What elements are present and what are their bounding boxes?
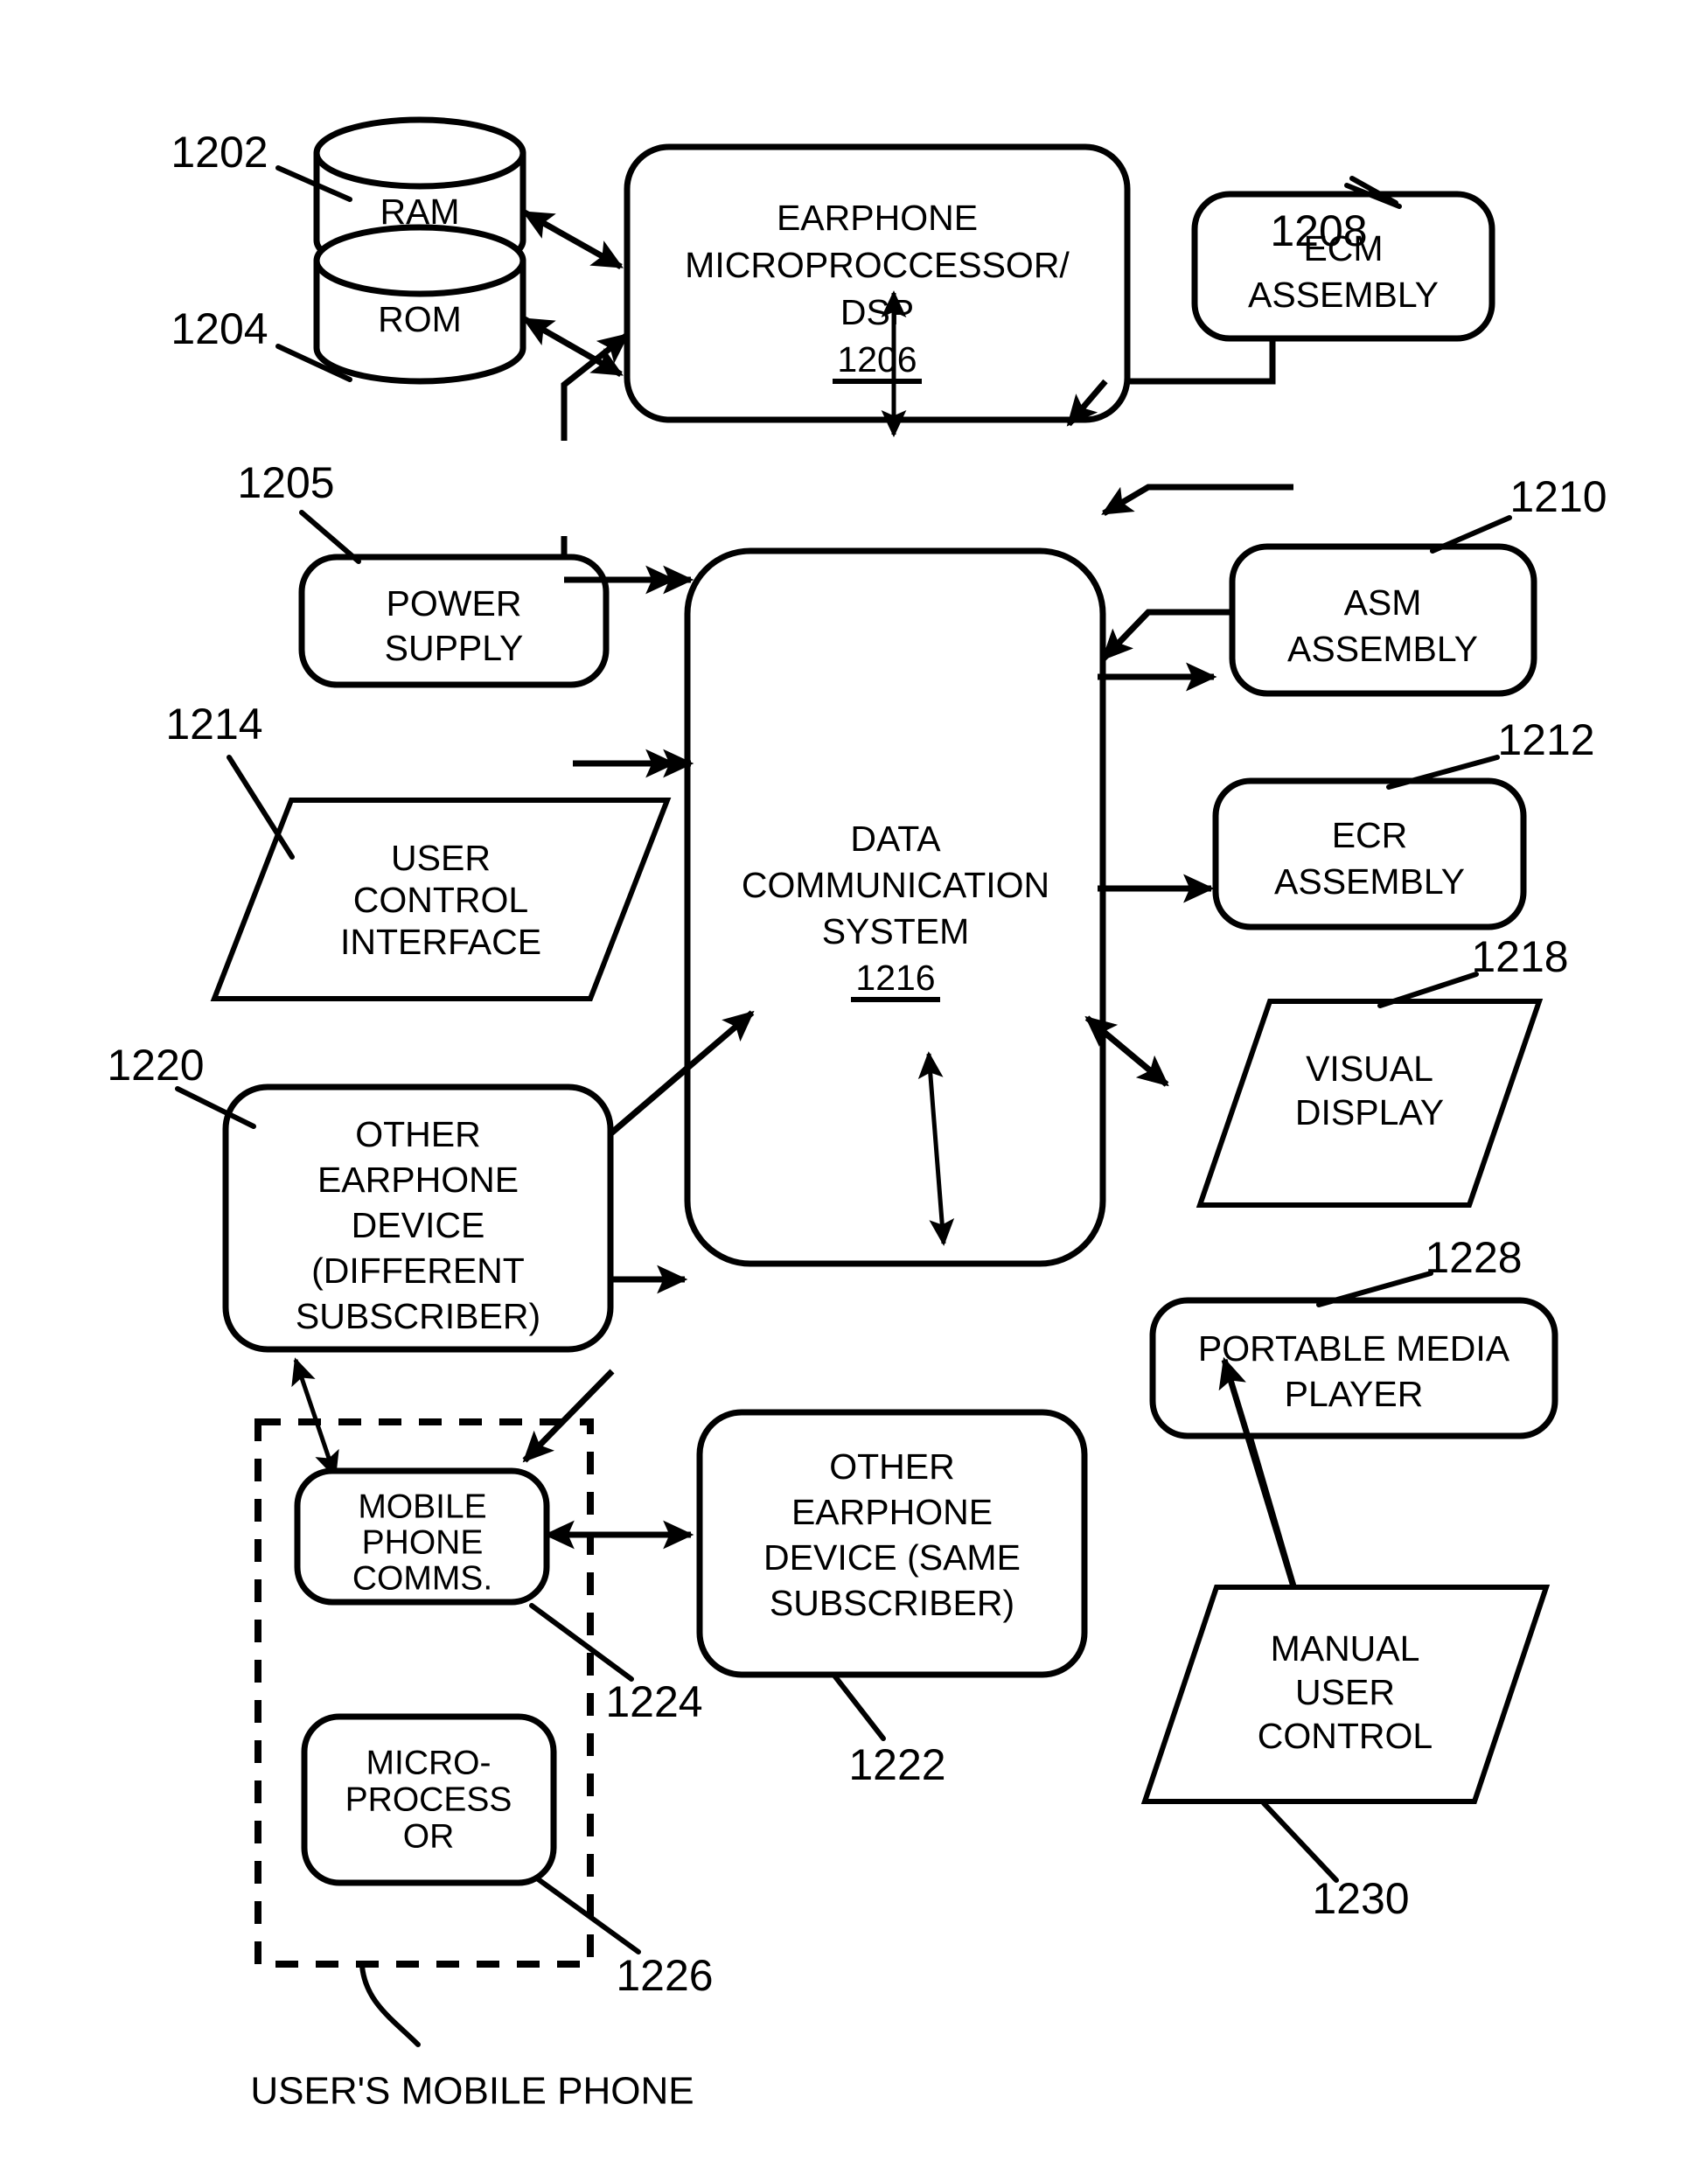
node-asm-line2: ASSEMBLY <box>1287 629 1478 669</box>
node-power-supply[interactable]: POWER SUPPLY <box>298 554 610 688</box>
ref-1226: 1226 <box>534 1876 714 2000</box>
node-dcs-line2: COMMUNICATION <box>742 865 1049 905</box>
node-other-earphone-different-subscriber[interactable]: OTHER EARPHONE DEVICE (DIFFERENT SUBSCRI… <box>222 1084 614 1353</box>
node-muc-line3: CONTROL <box>1258 1716 1433 1756</box>
ref-1214: 1214 <box>165 700 295 860</box>
ref-1205: 1205 <box>237 458 361 564</box>
ref-1202-label: 1202 <box>171 128 268 177</box>
node-oed-diff-line4: (DIFFERENT <box>311 1251 525 1291</box>
node-asm-line1: ASM <box>1344 582 1422 623</box>
node-power-line2: SUPPLY <box>385 628 524 668</box>
node-rom-label: ROM <box>378 299 462 339</box>
node-pmp-line1: PORTABLE MEDIA <box>1198 1328 1510 1369</box>
node-dsp-line3: DSP <box>840 292 914 332</box>
node-power-line1: POWER <box>387 583 522 624</box>
connector-dsp-ram <box>522 209 624 270</box>
ref-1210: 1210 <box>1430 472 1607 554</box>
node-user-control-interface[interactable]: USER CONTROL INTERFACE <box>210 798 672 1001</box>
ref-1228-label: 1228 <box>1425 1233 1522 1282</box>
node-pmp-line2: PLAYER <box>1285 1374 1424 1414</box>
ref-1222: 1222 <box>832 1673 946 1789</box>
node-visual-line2: DISPLAY <box>1295 1092 1444 1132</box>
ref-1212-label: 1212 <box>1497 715 1594 764</box>
connector-dcs-mobile-in <box>522 1369 615 1463</box>
ref-1222-label: 1222 <box>848 1740 945 1789</box>
ref-1218-label: 1218 <box>1471 932 1568 981</box>
node-dcs-line1: DATA <box>850 819 941 859</box>
node-dcs-line3: SYSTEM <box>822 911 970 951</box>
node-rom[interactable]: ROM <box>313 224 526 385</box>
patent-block-diagram: RAM ROM EARPHONE MICROPROCCESSOR/ DSP 12… <box>107 116 1607 2113</box>
node-uci-line1: USER <box>391 838 491 878</box>
connector-oed-diff-mobile-top <box>291 1357 339 1479</box>
caption-label: USER'S MOBILE PHONE <box>250 2070 694 2113</box>
ref-1218: 1218 <box>1377 932 1569 1008</box>
ref-1220: 1220 <box>107 1041 256 1129</box>
node-ecr-line2: ASSEMBLY <box>1274 861 1465 902</box>
node-visual-display[interactable]: VISUAL DISPLAY <box>1196 999 1544 1208</box>
node-ecm-line2: ASSEMBLY <box>1248 275 1439 315</box>
node-manual-user-control[interactable]: MANUAL USER CONTROL <box>1140 1585 1551 1804</box>
ref-1214-label: 1214 <box>165 700 262 749</box>
node-oed-diff-line3: DEVICE <box>352 1205 485 1245</box>
node-muc-line1: MANUAL <box>1271 1628 1420 1669</box>
node-mpu-line2: PROCESS <box>345 1780 512 1818</box>
ref-1205-label: 1205 <box>237 458 334 507</box>
node-ecr-assembly[interactable]: ECR ASSEMBLY <box>1212 777 1527 930</box>
node-data-communication-system[interactable]: DATA COMMUNICATION SYSTEM 1216 <box>684 547 1106 1267</box>
node-uci-line3: INTERFACE <box>340 922 541 962</box>
node-mpc-line1: MOBILE <box>358 1488 486 1525</box>
node-oed-same-line3: DEVICE (SAME <box>763 1537 1021 1578</box>
node-oed-same-line2: EARPHONE <box>791 1492 993 1532</box>
node-asm-assembly[interactable]: ASM ASSEMBLY <box>1229 543 1537 697</box>
ref-1220-label: 1220 <box>107 1041 204 1090</box>
node-mpu-line1: MICRO- <box>366 1744 491 1781</box>
node-oed-diff-line5: SUBSCRIBER) <box>296 1296 540 1336</box>
node-dcs-ref: 1216 <box>855 958 935 998</box>
node-earphone-dsp[interactable]: EARPHONE MICROPROCCESSOR/ DSP 1206 <box>624 143 1131 423</box>
connector-asm-data-comm <box>1101 484 1293 517</box>
node-oed-diff-line1: OTHER <box>355 1114 481 1154</box>
ref-1210-label: 1210 <box>1509 472 1607 521</box>
node-oed-diff-line2: EARPHONE <box>317 1160 519 1200</box>
connector-dsp-rom <box>522 316 624 378</box>
node-dsp-line1: EARPHONE <box>777 198 978 238</box>
ref-1226-label: 1226 <box>616 1951 713 2000</box>
ref-1230: 1230 <box>1261 1801 1410 1923</box>
ref-1204-label: 1204 <box>171 304 268 353</box>
node-mpc-line3: COMMS. <box>352 1559 492 1597</box>
connector-power-dsp <box>561 332 630 441</box>
ref-1228: 1228 <box>1316 1233 1523 1307</box>
node-dsp-line2: MICROPROCCESSOR/ <box>685 245 1070 285</box>
node-other-earphone-same-subscriber[interactable]: OTHER EARPHONE DEVICE (SAME SUBSCRIBER) <box>696 1409 1088 1678</box>
node-ecr-line1: ECR <box>1332 815 1408 855</box>
node-oed-same-line4: SUBSCRIBER) <box>770 1583 1014 1623</box>
ref-1230-label: 1230 <box>1312 1874 1409 1923</box>
node-mpc-line2: PHONE <box>362 1523 484 1561</box>
node-oed-same-line1: OTHER <box>829 1446 955 1487</box>
ref-1212: 1212 <box>1386 715 1595 790</box>
ref-1208-label: 1208 <box>1270 206 1367 255</box>
ref-1224-label: 1224 <box>605 1677 702 1726</box>
node-muc-line2: USER <box>1295 1672 1395 1712</box>
node-mobile-microprocessor[interactable]: MICRO- PROCESS OR <box>301 1713 557 1886</box>
node-uci-line2: CONTROL <box>353 880 528 920</box>
node-visual-line1: VISUAL <box>1306 1049 1433 1089</box>
node-dsp-ref: 1206 <box>837 339 917 380</box>
node-mpu-line3: OR <box>403 1817 455 1855</box>
figure-root: RAM ROM EARPHONE MICROPROCCESSOR/ DSP 12… <box>0 0 1708 2181</box>
ref-1224: 1224 <box>529 1603 703 1726</box>
node-mobile-phone-comms[interactable]: MOBILE PHONE COMMS. <box>294 1467 550 1606</box>
node-portable-media-player[interactable]: PORTABLE MEDIA PLAYER <box>1149 1297 1558 1439</box>
connector-asm-tip <box>1101 610 1151 661</box>
